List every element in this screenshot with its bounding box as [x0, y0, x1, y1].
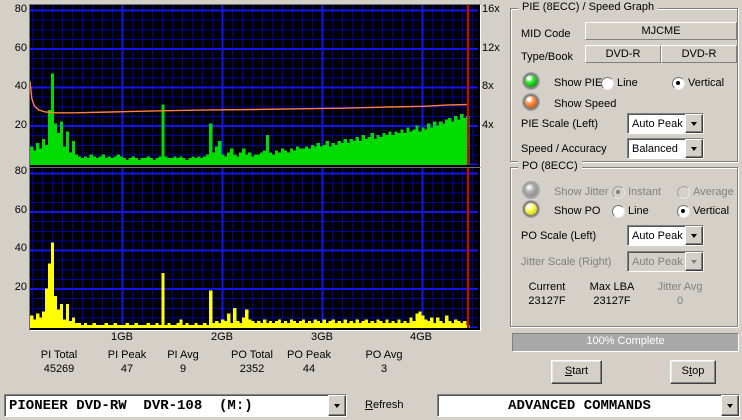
- pie-scale-dropdown-arrow-icon[interactable]: [685, 114, 703, 133]
- pie-scale-select[interactable]: Auto Peak: [627, 113, 704, 134]
- pie-vertical-label: Vertical: [688, 77, 724, 89]
- po-y-tick-60: 60: [1, 204, 27, 216]
- dvdinfopro-scan-window: 80 60 40 20 16x 12x 8x 4x 80 60 40 20 1G…: [0, 0, 742, 420]
- speed-accuracy-label: Speed / Accuracy: [521, 143, 607, 155]
- stat-pi-avg-value: 9: [143, 363, 223, 375]
- stat-pi-avg-label: PI Avg: [143, 349, 223, 361]
- refresh-accel: R: [365, 399, 373, 411]
- pie-y-tick-60: 60: [1, 42, 27, 54]
- pie-line-radio[interactable]: [601, 77, 614, 90]
- show-po-label: Show PO: [554, 205, 600, 217]
- stat-po-avg-label: PO Avg: [344, 349, 424, 361]
- drive-select[interactable]: PIONEER DVD-RW DVR-108 (M:): [4, 394, 347, 417]
- type-book-label: Type/Book: [521, 51, 573, 63]
- jitter-average-radio: [677, 186, 690, 199]
- jitter-average-label: Average: [693, 186, 734, 198]
- refresh-link[interactable]: Refresh: [365, 399, 404, 411]
- speed-accuracy-select[interactable]: Balanced: [627, 138, 704, 159]
- pie-scale-label: PIE Scale (Left): [521, 118, 598, 130]
- progress-label: 100% Complete: [586, 335, 664, 347]
- show-po-led[interactable]: [523, 201, 539, 217]
- stop-button-pre: S: [682, 365, 689, 377]
- show-jitter-led: [523, 182, 539, 198]
- pie-y-tick-80: 80: [1, 3, 27, 15]
- jitter-instant-label: Instant: [628, 186, 661, 198]
- speed-y-tick-4x: 4x: [482, 119, 494, 131]
- po-chart: [29, 167, 481, 331]
- jitter-scale-select: Auto Peak: [627, 251, 704, 272]
- jitter-avg-value: 0: [645, 295, 715, 307]
- mid-code-label: MID Code: [521, 28, 571, 40]
- drive-select-dropdown-arrow-icon[interactable]: [328, 395, 346, 416]
- speed-accuracy-value: Balanced: [628, 139, 685, 158]
- pie-speed-group-title: PIE (8ECC) / Speed Graph: [518, 1, 658, 13]
- refresh-rest: efresh: [373, 399, 404, 411]
- x-axis-label-3gb: 3GB: [292, 331, 352, 343]
- po-y-tick-80: 80: [1, 165, 27, 177]
- drive-select-value: PIONEER DVD-RW DVR-108 (M:): [5, 395, 328, 416]
- stat-po-avg-value: 3: [344, 363, 424, 375]
- po-group-title: PO (8ECC): [518, 160, 582, 172]
- pie-speed-group: PIE (8ECC) / Speed Graph MID Code MJCME …: [510, 8, 738, 162]
- pie-vertical-radio[interactable]: [672, 77, 685, 90]
- type-book-value-1: DVD-R: [585, 45, 661, 63]
- speed-y-tick-16x: 16x: [482, 3, 500, 15]
- po-scale-select[interactable]: Auto Peak: [627, 225, 704, 246]
- po-y-tick-40: 40: [1, 242, 27, 254]
- x-axis-label-4gb: 4GB: [391, 331, 451, 343]
- progress-bar: 100% Complete: [512, 333, 739, 352]
- stat-po-peak-value: 44: [269, 363, 349, 375]
- po-vertical-radio[interactable]: [677, 205, 690, 218]
- advanced-commands-select[interactable]: ADVANCED COMMANDS: [437, 394, 740, 417]
- start-button-rest: tart: [572, 365, 588, 377]
- speed-y-tick-12x: 12x: [482, 42, 500, 54]
- speed-y-tick-8x: 8x: [482, 80, 494, 92]
- po-vertical-label: Vertical: [693, 205, 729, 217]
- show-pie-label: Show PIE: [554, 77, 602, 89]
- stop-button[interactable]: Stop: [670, 360, 716, 384]
- pie-scale-value: Auto Peak: [628, 114, 685, 133]
- jitter-scale-label: Jitter Scale (Right): [521, 256, 611, 268]
- po-scale-dropdown-arrow-icon[interactable]: [685, 226, 703, 245]
- show-speed-label: Show Speed: [554, 98, 616, 110]
- max-lba-value: 23127F: [577, 295, 647, 307]
- stat-po-peak-label: PO Peak: [269, 349, 349, 361]
- advanced-commands-dropdown-arrow-icon[interactable]: [721, 395, 739, 416]
- jitter-scale-value: Auto Peak: [628, 252, 685, 271]
- po-scale-value: Auto Peak: [628, 226, 685, 245]
- mid-code-value: MJCME: [585, 22, 737, 40]
- start-button[interactable]: Start: [551, 360, 602, 384]
- stop-button-rest: op: [692, 365, 704, 377]
- max-lba-label: Max LBA: [577, 281, 647, 293]
- advanced-commands-value: ADVANCED COMMANDS: [438, 395, 721, 416]
- show-jitter-label: Show Jitter: [554, 186, 608, 198]
- x-axis-label-2gb: 2GB: [192, 331, 252, 343]
- speed-accuracy-dropdown-arrow-icon[interactable]: [685, 139, 703, 158]
- pie-y-tick-40: 40: [1, 80, 27, 92]
- pie-line-label: Line: [617, 77, 638, 89]
- po-line-radio[interactable]: [612, 205, 625, 218]
- show-speed-led[interactable]: [523, 94, 539, 110]
- jitter-instant-radio: [612, 186, 625, 199]
- current-value: 23127F: [512, 295, 582, 307]
- type-book-value-2: DVD-R: [661, 45, 737, 63]
- po-group: PO (8ECC) Show Jitter Instant Average Sh…: [510, 167, 738, 327]
- pie-speed-chart: [29, 4, 481, 168]
- x-axis-label-1gb: 1GB: [92, 331, 152, 343]
- po-scale-label: PO Scale (Left): [521, 230, 596, 242]
- po-y-tick-20: 20: [1, 281, 27, 293]
- po-line-label: Line: [628, 205, 649, 217]
- pie-y-tick-20: 20: [1, 119, 27, 131]
- jitter-avg-label: Jitter Avg: [645, 281, 715, 293]
- show-pie-led[interactable]: [523, 73, 539, 89]
- current-label: Current: [512, 281, 582, 293]
- jitter-scale-dropdown-arrow-icon: [685, 252, 703, 271]
